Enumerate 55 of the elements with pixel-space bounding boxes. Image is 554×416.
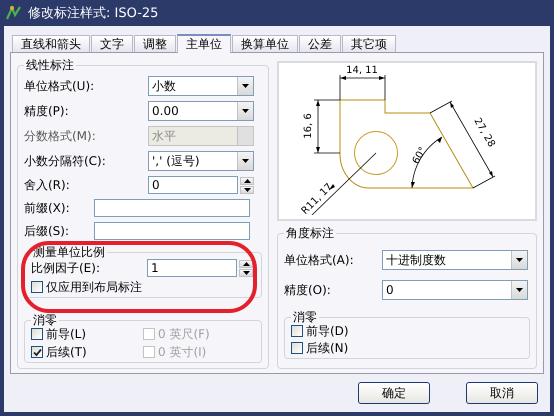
checkbox[interactable] bbox=[31, 346, 43, 358]
checkbox[interactable] bbox=[31, 281, 43, 293]
spin-up-icon[interactable] bbox=[240, 176, 254, 184]
input-field[interactable]: 1 bbox=[147, 259, 237, 277]
tab[interactable]: 公差 bbox=[299, 35, 341, 52]
group-title: 角度标注 bbox=[285, 225, 335, 242]
dropdown[interactable]: 0.00 bbox=[148, 101, 254, 121]
input-field[interactable] bbox=[94, 199, 250, 217]
checkbox-label: 0 英尺(F) bbox=[158, 327, 210, 341]
tab[interactable]: 换算单位 bbox=[232, 35, 298, 52]
field-label: 比例因子(E): bbox=[31, 261, 101, 275]
group-title: 消零 bbox=[32, 313, 58, 327]
tab[interactable]: 调整 bbox=[134, 35, 176, 52]
checkbox-label: 后续(N) bbox=[306, 341, 348, 355]
cancel-button[interactable]: 取消 bbox=[466, 382, 538, 404]
tab[interactable]: 其它项 bbox=[342, 35, 396, 52]
checkbox-label: 0 英寸(I) bbox=[158, 345, 206, 359]
ok-button[interactable]: 确定 bbox=[358, 382, 430, 404]
tab[interactable]: 直线和箭头 bbox=[12, 35, 90, 52]
field-label: 小数分隔符(C): bbox=[24, 152, 107, 170]
checkbox[interactable] bbox=[291, 342, 303, 354]
spin-down-icon[interactable] bbox=[240, 186, 254, 194]
field-label: 单位格式(A): bbox=[284, 252, 355, 268]
dimension-label: 27, 28 bbox=[471, 116, 497, 150]
window-title: 修改标注样式: ISO-25 bbox=[28, 5, 158, 22]
checkbox-label: 后续(T) bbox=[46, 345, 87, 359]
app-icon bbox=[6, 5, 22, 21]
dropdown[interactable]: 0 bbox=[382, 280, 528, 300]
spin-down-icon[interactable] bbox=[239, 268, 253, 276]
checkbox[interactable] bbox=[291, 325, 303, 337]
dropdown[interactable]: 小数 bbox=[148, 76, 254, 96]
dimension-label: 16, 6 bbox=[303, 113, 314, 139]
dropdown[interactable]: 十进制度数 bbox=[382, 250, 528, 270]
tab[interactable]: 文字 bbox=[91, 35, 133, 52]
field-label: 分数格式(M): bbox=[24, 128, 97, 144]
field-label: 舍入(R): bbox=[24, 176, 71, 194]
dimension-label: R11, 17 bbox=[300, 182, 335, 215]
field-label: 精度(O): bbox=[284, 282, 332, 298]
checkbox-label: 前导(L) bbox=[46, 327, 86, 341]
input-field[interactable] bbox=[94, 222, 250, 240]
group-title: 线性标注 bbox=[25, 57, 75, 74]
dropdown[interactable]: ',' (逗号) bbox=[148, 151, 254, 171]
input-field[interactable]: 0 bbox=[148, 176, 238, 194]
field-label: 单位格式(U): bbox=[24, 78, 96, 94]
group-title: 消零 bbox=[292, 310, 318, 324]
dimension-label: 60° bbox=[410, 145, 430, 166]
field-label: 前缀(X): bbox=[24, 200, 71, 216]
tab[interactable]: 主单位 bbox=[177, 34, 231, 53]
field-label: 精度(P): bbox=[24, 102, 70, 120]
checkbox-label: 仅应用到布局标注 bbox=[46, 280, 142, 294]
checkbox-label: 前导(D) bbox=[306, 324, 349, 338]
field-label: 后缀(S): bbox=[24, 222, 70, 240]
dimension-label: 14, 11 bbox=[346, 65, 378, 76]
checkbox[interactable] bbox=[31, 328, 43, 340]
spin-up-icon[interactable] bbox=[239, 260, 253, 268]
